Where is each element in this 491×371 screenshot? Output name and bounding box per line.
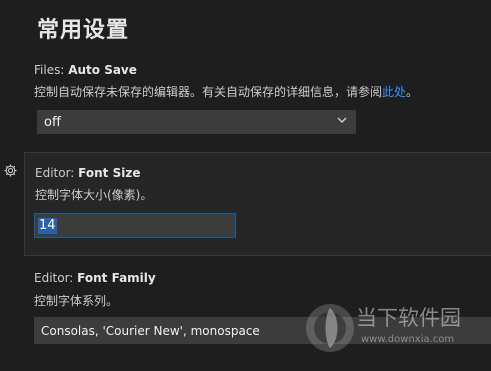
font-size-name: Font Size bbox=[78, 166, 141, 180]
auto-save-name: Auto Save bbox=[68, 63, 137, 77]
font-size-category: Editor: bbox=[35, 166, 79, 180]
auto-save-desc-end: 。 bbox=[406, 85, 419, 99]
font-family-value: Consolas, 'Courier New', monospace bbox=[41, 323, 260, 338]
font-family-description: 控制字体系列。 bbox=[34, 294, 119, 308]
font-family-input[interactable]: Consolas, 'Courier New', monospace bbox=[34, 317, 491, 344]
page-title: 常用设置 bbox=[37, 18, 130, 43]
auto-save-category: Files: bbox=[34, 63, 69, 77]
gear-icon[interactable] bbox=[3, 163, 18, 178]
font-family-name: Font Family bbox=[77, 271, 156, 285]
font-family-title: Editor: Font Family bbox=[34, 271, 156, 285]
font-family-category: Editor: bbox=[34, 271, 78, 285]
auto-save-desc-text: 控制自动保存未保存的编辑器。有关自动保存的详细信息，请参阅 bbox=[34, 85, 383, 99]
font-size-value: 14 bbox=[38, 217, 57, 234]
auto-save-select[interactable]: off bbox=[37, 110, 356, 134]
auto-save-details-link[interactable]: 此处 bbox=[382, 85, 406, 99]
font-size-input[interactable]: 14 bbox=[34, 213, 236, 238]
auto-save-description: 控制自动保存未保存的编辑器。有关自动保存的详细信息，请参阅此处。 bbox=[34, 83, 418, 100]
font-size-title: Editor: Font Size bbox=[35, 166, 140, 180]
font-size-description: 控制字体大小(像素)。 bbox=[35, 188, 153, 202]
auto-save-select-value: off bbox=[44, 114, 61, 130]
auto-save-title: Files: Auto Save bbox=[34, 63, 137, 77]
chevron-down-icon bbox=[337, 117, 347, 123]
